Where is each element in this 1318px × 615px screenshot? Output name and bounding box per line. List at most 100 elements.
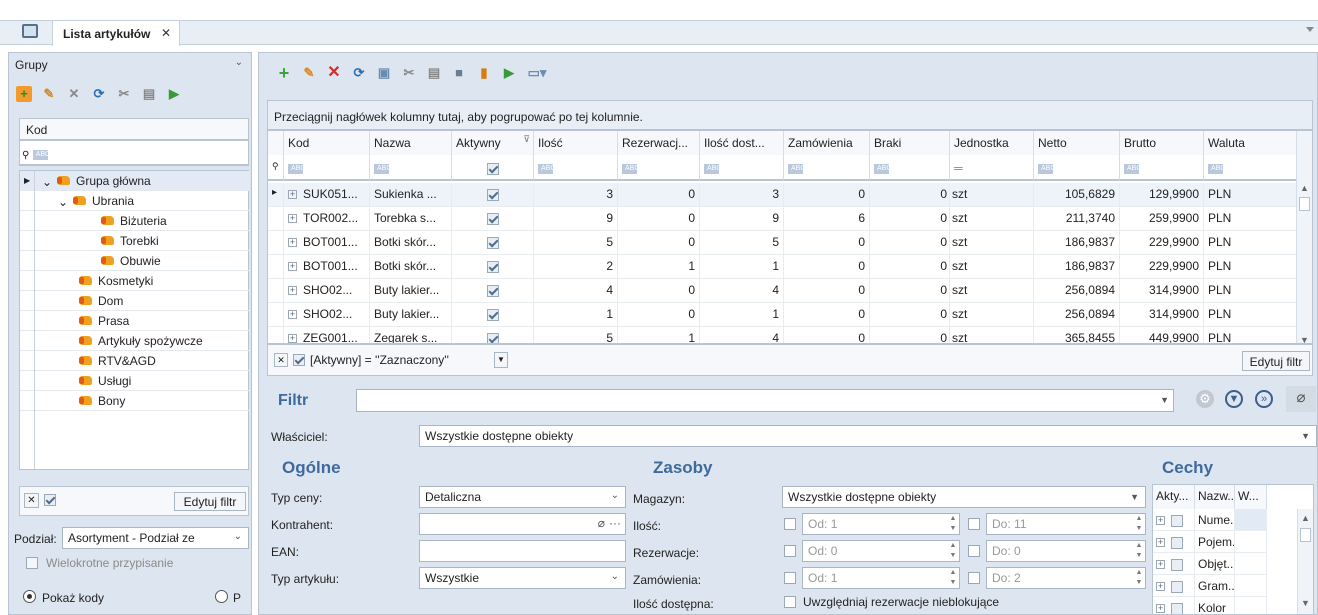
tree-row[interactable]: ▶ ⌄ Grupa główna <box>20 171 250 191</box>
features-col[interactable]: Akty... <box>1153 485 1195 509</box>
clear-filter-icon[interactable]: ✕ <box>24 493 39 508</box>
wielokrotne-checkbox[interactable] <box>26 557 38 569</box>
podzial-select[interactable]: Asortyment - Podział ze ⌄ <box>62 527 249 549</box>
col-aktywny[interactable]: Aktywny ⊽ <box>452 131 534 155</box>
tab-dropdown-icon[interactable] <box>1306 27 1314 32</box>
filter-braki[interactable] <box>870 155 950 181</box>
features-col[interactable]: Nazw... <box>1195 485 1235 509</box>
cell-nazwa[interactable]: Botki skór... <box>370 255 452 279</box>
cell-brutto[interactable]: 259,9900 <box>1120 207 1204 231</box>
kontrahent-input[interactable]: ⌀ ··· <box>419 513 626 535</box>
features-col[interactable]: W... <box>1235 485 1267 509</box>
tree-row[interactable]: ⌄ Ubrania <box>20 191 250 211</box>
cell-waluta[interactable]: PLN <box>1204 231 1298 255</box>
filter-aktywny[interactable] <box>452 155 534 181</box>
tree-row[interactable]: Artykuły spożywcze <box>20 331 250 351</box>
edit-filter-button[interactable]: Edytuj filtr <box>174 492 246 511</box>
cell-ilosc[interactable]: 4 <box>534 279 618 303</box>
row-indicator[interactable] <box>268 279 284 303</box>
paste-icon[interactable]: ▤ <box>141 86 157 102</box>
add-group-icon[interactable]: + <box>16 86 32 102</box>
cell-jedn[interactable]: szt <box>950 255 1034 279</box>
owner-select[interactable]: Wszystkie dostępne obiekty ▼ <box>419 425 1317 447</box>
cell-waluta[interactable]: PLN <box>1204 327 1298 343</box>
range-from-input[interactable]: Od: 0 ▲ ▼ <box>802 540 960 562</box>
cut-icon[interactable]: ✂ <box>401 65 417 81</box>
feature-name[interactable]: Objęt... <box>1195 553 1235 575</box>
range-to-checkbox[interactable] <box>968 572 980 584</box>
row-indicator[interactable] <box>268 303 284 327</box>
cell-netto[interactable]: 186,9837 <box>1034 255 1120 279</box>
row-indicator[interactable] <box>268 327 284 343</box>
cell-jedn[interactable]: szt <box>950 207 1034 231</box>
feature-value[interactable] <box>1235 553 1267 575</box>
range-from-checkbox[interactable] <box>784 545 796 557</box>
cell-rez[interactable]: 0 <box>618 231 700 255</box>
range-from-checkbox[interactable] <box>784 518 796 530</box>
filter-zamowienia[interactable] <box>784 155 870 181</box>
col-ilosc-dostepna[interactable]: Ilość dost... <box>700 131 784 155</box>
cell-kod[interactable]: + BOT001... <box>284 255 370 279</box>
filter-nazwa[interactable] <box>370 155 452 181</box>
filter-input[interactable]: ▼ <box>356 389 1174 412</box>
tree-row[interactable]: Kosmetyki <box>20 271 250 291</box>
cell-jedn[interactable]: szt <box>950 183 1034 207</box>
filter-brutto[interactable] <box>1120 155 1204 181</box>
clear-filter-icon[interactable]: ✕ <box>274 353 288 367</box>
cell-kod[interactable]: + SUK051... <box>284 183 370 207</box>
delete-group-icon[interactable]: ✕ <box>66 86 82 102</box>
eraser-icon[interactable]: ⌀ <box>1286 386 1316 412</box>
col-rezerwacje[interactable]: Rezerwacj... <box>618 131 700 155</box>
range-from-checkbox[interactable] <box>784 572 796 584</box>
feature-active-cell[interactable]: + <box>1153 531 1195 553</box>
tree-row[interactable]: Torebki <box>20 231 250 251</box>
cell-nazwa[interactable]: Torebka s... <box>370 207 452 231</box>
filter-rezerwacje[interactable] <box>618 155 700 181</box>
features-scrollbar[interactable]: ▲ ▼ <box>1297 509 1313 614</box>
cell-zam[interactable]: 6 <box>784 207 870 231</box>
export-icon[interactable]: ▣ <box>376 65 392 81</box>
cell-nazwa[interactable]: Botki skór... <box>370 231 452 255</box>
cell-dost[interactable]: 1 <box>700 255 784 279</box>
close-icon[interactable]: ✕ <box>161 26 171 40</box>
cell-aktywny[interactable] <box>452 303 534 327</box>
edit-group-icon[interactable]: ✎ <box>41 86 57 102</box>
filter-netto[interactable] <box>1034 155 1120 181</box>
cell-zam[interactable]: 0 <box>784 231 870 255</box>
cell-braki[interactable]: 0 <box>870 231 950 255</box>
cell-waluta[interactable]: PLN <box>1204 303 1298 327</box>
feature-value[interactable] <box>1235 509 1267 531</box>
cell-braki[interactable]: 0 <box>870 327 950 343</box>
feature-active-cell[interactable]: + <box>1153 509 1195 531</box>
cell-netto[interactable]: 186,9837 <box>1034 231 1120 255</box>
col-jednostka[interactable]: Jednostka <box>950 131 1034 155</box>
cell-kod[interactable]: + ZEG001... <box>284 327 370 343</box>
filter-checkbox[interactable] <box>293 354 305 366</box>
play-icon[interactable]: ▶ <box>166 86 182 102</box>
cell-kod[interactable]: + SHO02... <box>284 279 370 303</box>
cell-rez[interactable]: 1 <box>618 327 700 343</box>
cell-kod[interactable]: + SHO02... <box>284 303 370 327</box>
cell-dost[interactable]: 4 <box>700 279 784 303</box>
cell-braki[interactable]: 0 <box>870 303 950 327</box>
cell-dost[interactable]: 9 <box>700 207 784 231</box>
typ-ceny-select[interactable]: Detaliczna ⌄ <box>419 486 626 508</box>
cell-braki[interactable]: 0 <box>870 279 950 303</box>
cell-aktywny[interactable] <box>452 183 534 207</box>
cell-zam[interactable]: 0 <box>784 279 870 303</box>
feature-value[interactable] <box>1235 597 1267 614</box>
cell-zam[interactable]: 0 <box>784 303 870 327</box>
refresh-icon[interactable]: ⟳ <box>351 65 367 81</box>
cell-kod[interactable]: + TOR002... <box>284 207 370 231</box>
cell-netto[interactable]: 105,6829 <box>1034 183 1120 207</box>
feature-active-cell[interactable]: + <box>1153 553 1195 575</box>
cell-kod[interactable]: + BOT001... <box>284 231 370 255</box>
row-indicator[interactable] <box>268 255 284 279</box>
col-ilosc[interactable]: Ilość <box>534 131 618 155</box>
tree-row[interactable]: Dom <box>20 291 250 311</box>
cell-jedn[interactable]: szt <box>950 327 1034 343</box>
chevron-down-icon[interactable]: ⌄ <box>235 57 243 68</box>
cell-jedn[interactable]: szt <box>950 303 1034 327</box>
cell-rez[interactable]: 0 <box>618 303 700 327</box>
col-waluta[interactable]: Waluta <box>1204 131 1298 155</box>
